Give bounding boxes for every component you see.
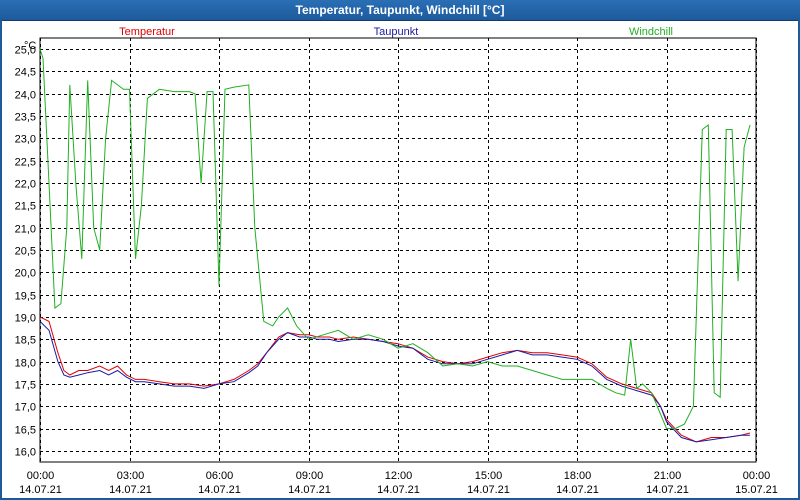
x-tick-date: 14.07.21 bbox=[288, 484, 331, 496]
y-tick-label: 24,0 bbox=[15, 90, 36, 102]
x-tick-date: 14.07.21 bbox=[467, 484, 510, 496]
legend-taupunkt: Taupunkt bbox=[374, 26, 419, 38]
x-tick-time: 09:00 bbox=[296, 470, 324, 482]
line-chart: 25,024,524,023,523,022,522,021,521,020,5… bbox=[15, 26, 778, 496]
y-tick-label: 16,0 bbox=[15, 447, 36, 459]
y-tick-label: 23,5 bbox=[15, 112, 36, 124]
y-tick-label: 24,5 bbox=[15, 67, 36, 79]
y-axis-label: °C bbox=[24, 40, 36, 52]
legend-temperatur: Temperatur bbox=[119, 26, 175, 38]
chart-window: Temperatur, Taupunkt, Windchill [°C] 25,… bbox=[0, 0, 800, 500]
y-tick-label: 22,5 bbox=[15, 157, 36, 169]
x-tick-time: 21:00 bbox=[654, 470, 682, 482]
x-tick-time: 18:00 bbox=[564, 470, 592, 482]
x-tick-date: 14.07.21 bbox=[377, 484, 420, 496]
x-tick-date: 14.07.21 bbox=[198, 484, 241, 496]
y-tick-label: 19,0 bbox=[15, 313, 36, 325]
y-tick-label: 21,5 bbox=[15, 201, 36, 213]
y-tick-label: 20,0 bbox=[15, 268, 36, 280]
x-tick-time: 12:00 bbox=[385, 470, 413, 482]
y-tick-label: 21,0 bbox=[15, 224, 36, 236]
x-tick-date: 14.07.21 bbox=[556, 484, 599, 496]
y-tick-label: 20,5 bbox=[15, 246, 36, 258]
y-tick-label: 19,5 bbox=[15, 291, 36, 303]
x-tick-time: 06:00 bbox=[206, 470, 234, 482]
x-tick-date: 15.07.21 bbox=[735, 484, 778, 496]
y-tick-label: 17,5 bbox=[15, 380, 36, 392]
y-tick-label: 18,5 bbox=[15, 335, 36, 347]
y-tick-label: 22,0 bbox=[15, 179, 36, 191]
x-tick-time: 03:00 bbox=[117, 470, 145, 482]
legend: Temperatur Taupunkt Windchill bbox=[119, 26, 673, 38]
y-tick-label: 16,5 bbox=[15, 425, 36, 437]
y-tick-label: 17,0 bbox=[15, 402, 36, 414]
y-tick-label: 18,0 bbox=[15, 358, 36, 370]
x-tick-date: 14.07.21 bbox=[19, 484, 62, 496]
y-tick-label: 23,0 bbox=[15, 134, 36, 146]
legend-windchill: Windchill bbox=[629, 26, 673, 38]
x-tick-date: 14.07.21 bbox=[646, 484, 689, 496]
x-tick-time: 00:00 bbox=[27, 470, 55, 482]
x-tick-time: 00:00 bbox=[743, 470, 771, 482]
x-tick-time: 15:00 bbox=[475, 470, 503, 482]
x-tick-date: 14.07.21 bbox=[109, 484, 152, 496]
